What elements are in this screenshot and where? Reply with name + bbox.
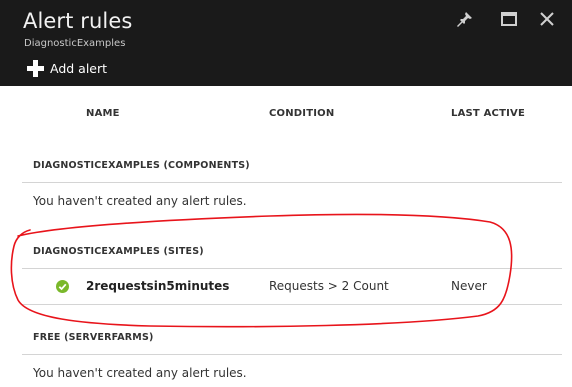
maximize-icon[interactable]	[500, 10, 518, 28]
add-alert-label: Add alert	[50, 60, 108, 76]
section-divider	[22, 304, 562, 305]
plus-icon	[27, 59, 44, 77]
blade-title: Alert rules	[23, 9, 133, 33]
pin-icon[interactable]	[456, 10, 474, 28]
column-header-name[interactable]: NAME	[86, 108, 120, 119]
section-divider	[22, 182, 562, 183]
empty-message-serverfarms: You haven't created any alert rules.	[33, 366, 247, 380]
blade-header: Alert rules DiagnosticExamples Add alert	[0, 0, 572, 86]
rule-name[interactable]: 2requestsin5minutes	[86, 279, 229, 293]
section-divider	[22, 354, 562, 355]
blade-subtitle: DiagnosticExamples	[24, 38, 126, 49]
rule-condition: Requests > 2 Count	[269, 279, 389, 293]
check-circle-icon	[56, 280, 69, 293]
rule-last-active: Never	[451, 279, 487, 293]
add-alert-button[interactable]: Add alert	[27, 58, 107, 78]
alert-rule-row[interactable]: 2requestsin5minutes Requests > 2 Count N…	[22, 268, 562, 304]
section-title-serverfarms: FREE (SERVERFARMS)	[33, 332, 154, 343]
close-icon[interactable]	[538, 10, 556, 28]
section-title-sites: DIAGNOSTICEXAMPLES (SITES)	[33, 246, 204, 257]
empty-message-components: You haven't created any alert rules.	[33, 194, 247, 208]
column-header-last-active[interactable]: LAST ACTIVE	[451, 108, 525, 119]
section-title-components: DIAGNOSTICEXAMPLES (COMPONENTS)	[33, 160, 250, 171]
column-header-condition[interactable]: CONDITION	[269, 108, 334, 119]
